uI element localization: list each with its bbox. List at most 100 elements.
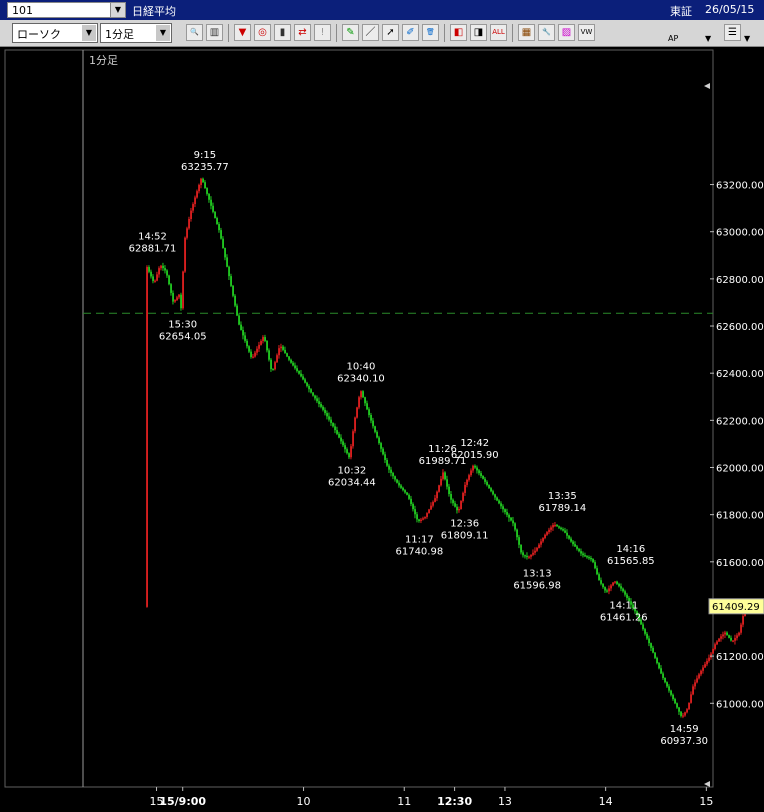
candle-body — [458, 508, 460, 511]
candle-body — [212, 205, 214, 212]
candle-body — [722, 634, 724, 637]
candle-body — [620, 586, 622, 589]
annotation-value: 61789.14 — [538, 503, 586, 514]
candle — [184, 236, 186, 273]
candle-body — [188, 219, 190, 229]
candle-body — [712, 648, 714, 654]
candle-body — [446, 479, 448, 487]
chevron-down-icon[interactable]: ▼ — [110, 3, 125, 17]
candle-body — [590, 558, 592, 560]
candle-body — [148, 267, 150, 272]
search-chart-icon[interactable]: ◎ — [254, 24, 271, 41]
pencil-icon[interactable]: ✎ — [342, 24, 359, 41]
candle-body — [552, 525, 554, 528]
palette-icon[interactable]: ▨ — [558, 24, 575, 41]
candle-body — [296, 368, 298, 371]
line-draw-icon[interactable]: ／ — [362, 24, 379, 41]
exchange-label: 東証 — [670, 5, 692, 18]
candle-right-icon[interactable]: ◨ — [470, 24, 487, 41]
wrench-icon[interactable]: 🔧 — [538, 24, 555, 41]
interval-select[interactable]: 1分足 ▼ — [100, 23, 172, 43]
code-input[interactable]: 101 ▼ — [7, 2, 126, 18]
trash-icon[interactable]: 🗑 — [422, 24, 439, 41]
vwap-icon[interactable]: VW — [578, 24, 595, 41]
candle-body — [690, 694, 692, 703]
candle — [658, 662, 660, 670]
cursor-icon[interactable]: ➚ — [382, 24, 399, 41]
bar-chart-icon[interactable]: ▮ — [274, 24, 291, 41]
menu-icon[interactable]: ☰ — [724, 24, 741, 41]
candle — [730, 635, 732, 642]
candle-body — [162, 265, 164, 269]
candle-body — [406, 492, 408, 495]
candle-body — [414, 509, 416, 515]
candle-body — [500, 503, 502, 507]
all-icon[interactable]: ALL — [490, 24, 507, 41]
candle-left-icon[interactable]: ◧ — [450, 24, 467, 41]
grid-icon[interactable]: ▦ — [518, 24, 535, 41]
plot-area — [4, 49, 714, 788]
candle-body — [452, 499, 454, 504]
candle-body — [538, 544, 540, 548]
y-tick-label: 62400.00 — [716, 369, 764, 380]
candle-body — [230, 276, 232, 286]
candle-body — [566, 532, 568, 536]
candle-body — [432, 501, 434, 506]
chevron-down-icon[interactable]: ▼ — [705, 34, 711, 43]
candle-body — [506, 512, 508, 515]
zoom-icon[interactable]: 🔍 — [186, 24, 203, 41]
candle-body — [694, 682, 696, 687]
candle-body — [332, 422, 334, 427]
chart-type-value: ローソク — [17, 28, 61, 41]
alert-icon[interactable]: ! — [314, 24, 331, 41]
candle-body — [360, 391, 362, 398]
candle-body — [228, 266, 230, 277]
candle-body — [706, 660, 708, 665]
candle-body — [368, 409, 370, 415]
candle-body — [394, 476, 396, 480]
candle-body — [386, 459, 388, 466]
chevron-down-icon[interactable]: ▼ — [744, 34, 750, 43]
candle — [742, 614, 744, 628]
candle-body — [388, 465, 390, 470]
candle-body — [714, 644, 716, 649]
candle — [352, 429, 354, 449]
candle-body — [564, 530, 566, 533]
candle-body — [704, 664, 706, 668]
candle-body — [532, 552, 534, 555]
chevron-down-icon[interactable]: ▼ — [156, 25, 170, 41]
annotation-time: 11:17 — [405, 535, 434, 546]
split-icon[interactable]: ▥ — [206, 24, 223, 41]
candle-body — [334, 426, 336, 431]
candle-body — [358, 397, 360, 408]
chart-type-select[interactable]: ローソク ▼ — [12, 23, 98, 43]
candle-body — [416, 514, 418, 520]
candle-body — [328, 416, 330, 420]
candle-body — [588, 557, 590, 559]
candle-body — [420, 519, 422, 521]
chevron-down-icon[interactable]: ▼ — [82, 25, 96, 41]
candle — [350, 444, 352, 460]
candle-body — [658, 663, 660, 669]
brush-icon[interactable]: ✐ — [402, 24, 419, 41]
compare-icon[interactable]: ⇄ — [294, 24, 311, 41]
candle-body — [200, 178, 202, 185]
date-label: 26/05/15 — [705, 3, 755, 16]
candle-body — [282, 346, 284, 350]
candle-body — [546, 532, 548, 535]
candle-body — [154, 280, 156, 282]
candle-body — [442, 472, 444, 479]
candle-body — [324, 409, 326, 414]
candle-body — [618, 583, 620, 587]
candle-body — [660, 668, 662, 674]
pin-icon[interactable]: ▼ — [234, 24, 251, 41]
annotation-time: 10:40 — [347, 361, 376, 372]
candle-body — [708, 657, 710, 661]
candle-body — [224, 248, 226, 258]
candle-body — [206, 188, 208, 194]
candle-body — [468, 475, 470, 480]
x-tick-label: 10 — [297, 795, 311, 808]
interval-label: 1分足 — [89, 54, 118, 67]
candle-body — [182, 271, 184, 309]
candle — [736, 633, 738, 641]
